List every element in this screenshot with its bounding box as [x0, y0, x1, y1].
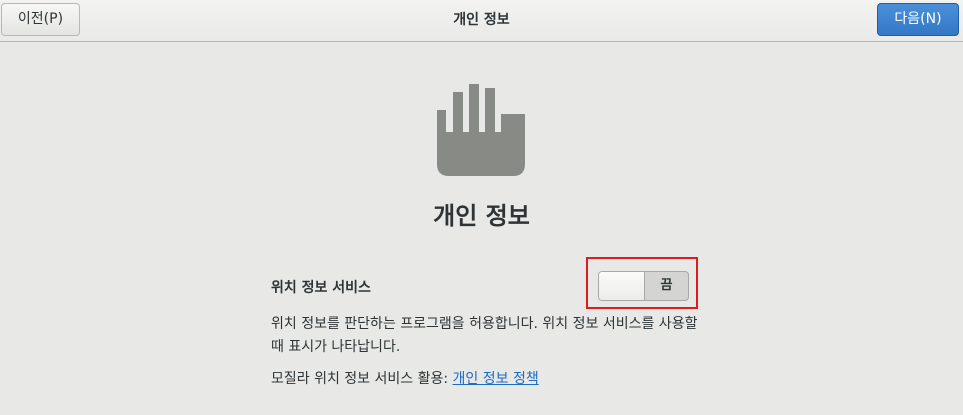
location-services-label: 위치 정보 서비스 [271, 280, 371, 296]
toggle-knob[interactable] [599, 272, 645, 300]
mozilla-location-note: 모질라 위치 정보 서비스 활용: 개인 정보 정책 [271, 369, 539, 389]
location-services-toggle[interactable]: 끔 [598, 271, 689, 301]
privacy-policy-link[interactable]: 개인 정보 정책 [453, 371, 539, 387]
mozilla-note-text: 모질라 위치 정보 서비스 활용: [271, 371, 453, 387]
location-description: 위치 정보를 판단하는 프로그램을 허용합니다. 위치 정보 서비스를 사용할 … [271, 316, 698, 355]
header-bar: 이전(P) 개인 정보 다음(N) [0, 0, 963, 42]
hand-stop-icon [437, 84, 525, 176]
toggle-state-label: 끔 [660, 278, 673, 293]
page-title: 개인 정보 [433, 202, 530, 230]
next-button[interactable]: 다음(N) [877, 3, 959, 36]
header-title: 개인 정보 [453, 12, 510, 28]
